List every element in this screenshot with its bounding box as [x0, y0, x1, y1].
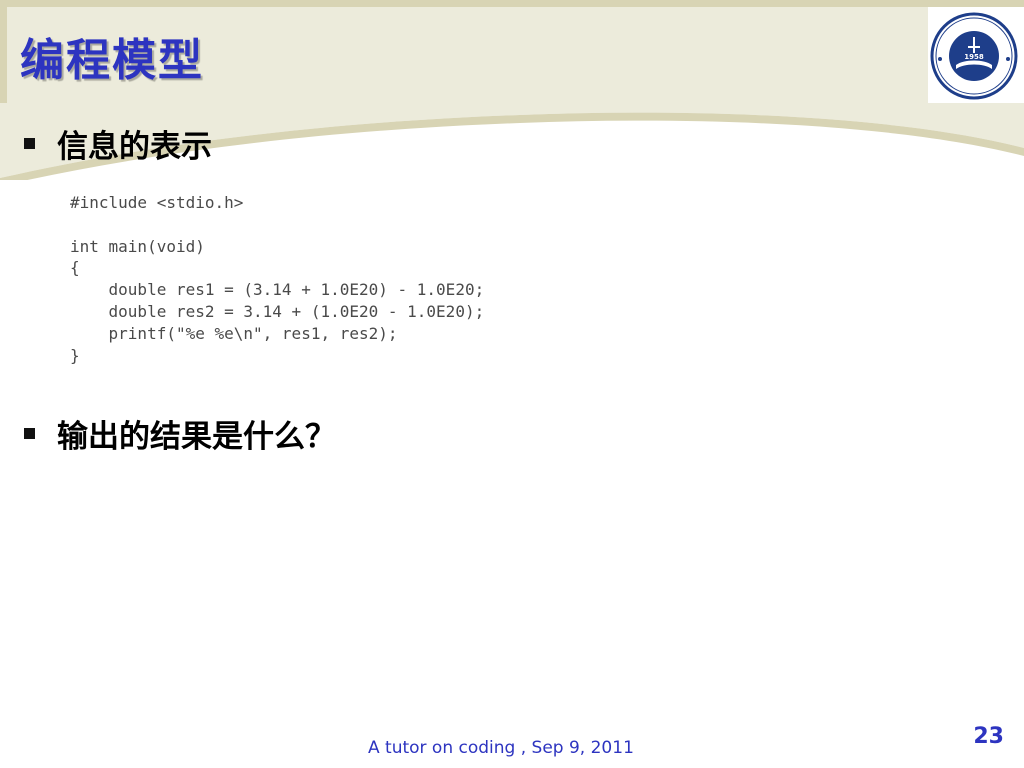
code-line: int main(void)	[70, 236, 205, 256]
code-block: #include <stdio.h> int main(void){ double…	[70, 192, 630, 366]
code-line: double res1 = (3.14 + 1.0E20) - 1.0E20;	[70, 280, 485, 300]
code-line: printf("%e %e\n", res1, res2);	[70, 323, 398, 343]
footer-text: A tutor on coding , Sep 9, 2011	[368, 738, 634, 758]
slide-title: 编程模型	[20, 35, 204, 86]
bullet-text: 输出的结果是什么？	[57, 419, 336, 455]
square-bullet-icon	[24, 428, 35, 439]
square-bullet-icon	[24, 138, 35, 149]
page-number: 23	[973, 724, 1004, 749]
code-line: {	[70, 258, 80, 278]
code-line: double res2 = 3.14 + (1.0E20 - 1.0E20);	[70, 301, 485, 321]
bullet-item-output-question: 输出的结果是什么？	[24, 411, 336, 456]
bullet-text: 信息的表示	[57, 129, 212, 165]
university-logo: 1958	[928, 7, 1019, 103]
code-line: }	[70, 345, 80, 365]
bullet-item-info-representation: 信息的表示	[24, 121, 212, 166]
logo-year: 1958	[964, 53, 984, 61]
code-line: #include <stdio.h>	[70, 193, 244, 212]
